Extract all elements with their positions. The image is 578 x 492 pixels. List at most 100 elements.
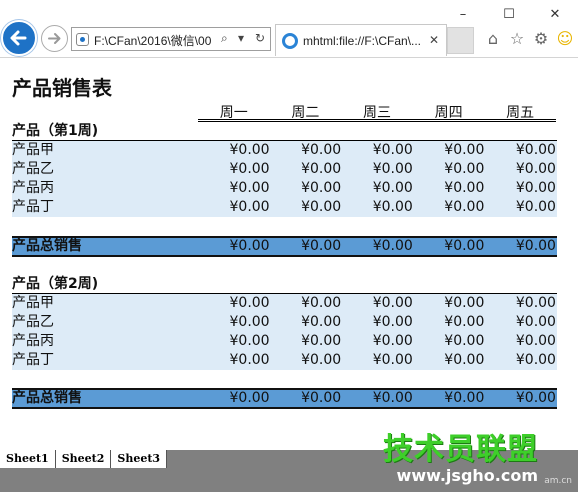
cell-value: ¥0.00	[444, 142, 485, 158]
week2-total-row: 产品总销售 ¥0.00 ¥0.00 ¥0.00 ¥0.00 ¥0.00	[12, 388, 557, 409]
watermark-logo: 技术员联盟 www.jsgho.com	[383, 424, 538, 485]
sheet-tabs: Sheet1 Sheet2 Sheet3	[0, 450, 168, 468]
cell-value: ¥0.00	[372, 295, 413, 311]
address-bar[interactable]: F:\CFan\2016\微信\00 ⌕ ▾ ↻	[71, 27, 271, 51]
day-header: 周一 周二 周三 周四 周五	[198, 102, 556, 122]
table-row: 产品乙 ¥0.00 ¥0.00 ¥0.00 ¥0.00 ¥0.00	[12, 160, 557, 179]
cell-value: ¥0.00	[444, 199, 485, 215]
window-controls: – ☐ ✕	[440, 0, 578, 28]
watermark-small: am.cn	[544, 476, 572, 486]
total-value: ¥0.00	[301, 390, 342, 406]
cell-value: ¥0.00	[229, 295, 270, 311]
table-row: 产品甲 ¥0.00 ¥0.00 ¥0.00 ¥0.00 ¥0.00	[12, 294, 557, 313]
cell-value: ¥0.00	[444, 161, 485, 177]
browser-tab[interactable]: mhtml:file://F:\CFan\... ✕	[275, 24, 447, 56]
close-button[interactable]: ✕	[532, 0, 578, 28]
cell-value: ¥0.00	[515, 180, 556, 196]
browser-chrome: – ☐ ✕ F:\CFan\2016\微信\00 ⌕ ▾ ↻ mhtml:fil…	[0, 0, 578, 58]
day-header-cell: 周三	[362, 105, 391, 121]
row-label: 产品丙	[12, 333, 54, 349]
day-header-cell: 周一	[219, 105, 248, 121]
cell-value: ¥0.00	[229, 199, 270, 215]
total-value: ¥0.00	[444, 390, 485, 406]
table-row: 产品丁 ¥0.00 ¥0.00 ¥0.00 ¥0.00 ¥0.00	[12, 351, 557, 370]
cell-value: ¥0.00	[301, 180, 342, 196]
row-label: 产品甲	[12, 142, 54, 158]
close-tab-icon[interactable]: ✕	[429, 33, 439, 47]
total-value: ¥0.00	[515, 390, 556, 406]
page-title: 产品销售表	[12, 76, 112, 100]
arrow-right-icon	[48, 33, 61, 44]
week1-rows: 产品甲 ¥0.00 ¥0.00 ¥0.00 ¥0.00 ¥0.00 产品乙 ¥0…	[12, 141, 557, 217]
address-text[interactable]: F:\CFan\2016\微信\00	[94, 32, 212, 49]
favorites-star-icon[interactable]: ☆	[508, 28, 526, 48]
forward-button[interactable]	[41, 25, 68, 52]
watermark-url: www.jsgho.com	[396, 466, 538, 485]
total-value: ¥0.00	[372, 238, 413, 254]
cell-value: ¥0.00	[444, 352, 485, 368]
total-value: ¥0.00	[372, 390, 413, 406]
cell-value: ¥0.00	[229, 180, 270, 196]
tab-sheet1[interactable]: Sheet1	[0, 450, 56, 468]
row-label: 产品乙	[12, 314, 54, 330]
arrow-left-icon	[10, 30, 27, 46]
gear-icon[interactable]: ⚙	[532, 28, 550, 48]
day-header-cell: 周二	[291, 105, 320, 121]
row-label: 产品丁	[12, 199, 54, 215]
watermark-brand: 技术员联盟	[383, 432, 538, 467]
refresh-icon[interactable]: ↻	[255, 31, 265, 45]
table-row: 产品丙 ¥0.00 ¥0.00 ¥0.00 ¥0.00 ¥0.00	[12, 332, 557, 351]
cell-value: ¥0.00	[372, 352, 413, 368]
week2-group: 产品（第2周) 产品甲 ¥0.00 ¥0.00 ¥0.00 ¥0.00 ¥0.0…	[12, 274, 557, 370]
cell-value: ¥0.00	[515, 199, 556, 215]
cell-value: ¥0.00	[229, 314, 270, 330]
week1-total-row: 产品总销售 ¥0.00 ¥0.00 ¥0.00 ¥0.00 ¥0.00	[12, 236, 557, 257]
total-value: ¥0.00	[301, 238, 342, 254]
tab-sheet2[interactable]: Sheet2	[55, 450, 112, 468]
cell-value: ¥0.00	[444, 180, 485, 196]
week1-group: 产品（第1周) 产品甲 ¥0.00 ¥0.00 ¥0.00 ¥0.00 ¥0.0…	[12, 121, 557, 217]
cell-value: ¥0.00	[444, 295, 485, 311]
cell-value: ¥0.00	[229, 352, 270, 368]
row-label: 产品丁	[12, 352, 54, 368]
tab-sheet3[interactable]: Sheet3	[111, 450, 168, 468]
back-button[interactable]	[1, 20, 37, 56]
cell-value: ¥0.00	[301, 314, 342, 330]
row-label: 产品乙	[12, 161, 54, 177]
row-label: 产品甲	[12, 295, 54, 311]
day-header-cell: 周四	[434, 105, 463, 121]
site-icon	[76, 33, 89, 46]
cell-value: ¥0.00	[372, 333, 413, 349]
cell-value: ¥0.00	[515, 314, 556, 330]
ie-icon	[282, 33, 298, 49]
cell-value: ¥0.00	[372, 180, 413, 196]
week2-rows: 产品甲 ¥0.00 ¥0.00 ¥0.00 ¥0.00 ¥0.00 产品乙 ¥0…	[12, 294, 557, 370]
cell-value: ¥0.00	[372, 142, 413, 158]
tab-title: mhtml:file://F:\CFan\...	[303, 34, 422, 48]
dropdown-icon[interactable]: ▾	[238, 31, 244, 45]
cell-value: ¥0.00	[515, 295, 556, 311]
cell-value: ¥0.00	[301, 333, 342, 349]
table-row: 产品甲 ¥0.00 ¥0.00 ¥0.00 ¥0.00 ¥0.00	[12, 141, 557, 160]
cell-value: ¥0.00	[229, 333, 270, 349]
total-value: ¥0.00	[229, 238, 270, 254]
group-title: 产品（第1周)	[12, 121, 557, 141]
table-row: 产品丙 ¥0.00 ¥0.00 ¥0.00 ¥0.00 ¥0.00	[12, 179, 557, 198]
smiley-icon[interactable]: ☺	[556, 28, 574, 48]
cell-value: ¥0.00	[515, 333, 556, 349]
total-label: 产品总销售	[12, 238, 82, 254]
row-label: 产品丙	[12, 180, 54, 196]
total-value: ¥0.00	[229, 390, 270, 406]
day-header-cell: 周五	[506, 105, 535, 121]
maximize-button[interactable]: ☐	[486, 0, 532, 28]
cell-value: ¥0.00	[301, 199, 342, 215]
cell-value: ¥0.00	[301, 161, 342, 177]
group-title: 产品（第2周)	[12, 274, 557, 294]
search-icon[interactable]: ⌕	[221, 31, 228, 46]
new-tab-button[interactable]	[447, 27, 474, 54]
cell-value: ¥0.00	[515, 352, 556, 368]
total-value: ¥0.00	[444, 238, 485, 254]
cell-value: ¥0.00	[444, 333, 485, 349]
home-icon[interactable]: ⌂	[484, 28, 502, 48]
cell-value: ¥0.00	[372, 314, 413, 330]
